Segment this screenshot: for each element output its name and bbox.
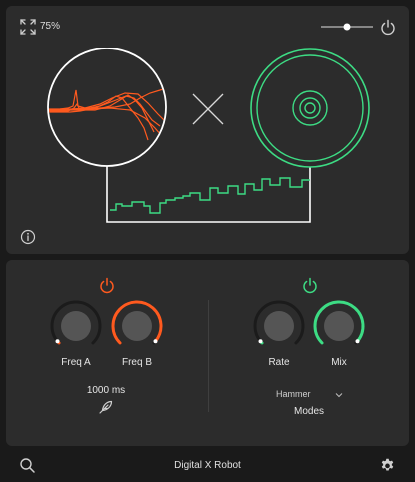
gear-icon[interactable] (379, 457, 396, 474)
mix-knob[interactable] (310, 299, 368, 357)
modes-dropdown[interactable]: Hammer (270, 389, 350, 403)
volume-slider[interactable] (320, 20, 374, 34)
power-icon[interactable] (380, 19, 396, 36)
freq-b-label: Freq B (121, 357, 152, 368)
resonator-display (250, 48, 370, 168)
mix-label: Mix (331, 357, 347, 368)
visualizer (47, 48, 370, 223)
zoom-level[interactable]: 75% (40, 21, 60, 32)
plugin-title: Digital X Robot (174, 460, 241, 471)
time-value[interactable]: 1000 ms (76, 385, 136, 396)
output-waveform (110, 177, 310, 214)
fullscreen-icon[interactable] (20, 19, 36, 35)
freq-a-label: Freq A (61, 357, 91, 368)
rate-label: Rate (268, 357, 290, 368)
plugin-window: 75% Freq A Freq B 1000 ms Rate Mix Hamme… (0, 0, 415, 482)
freq-a-knob[interactable] (47, 299, 105, 357)
rate-knob[interactable] (250, 299, 308, 357)
right-module-power-icon[interactable] (302, 277, 318, 294)
chevron-down-icon (335, 393, 343, 398)
section-divider (208, 300, 209, 412)
freq-b-knob[interactable] (108, 299, 166, 357)
left-module-power-icon[interactable] (99, 277, 115, 294)
modes-dropdown-value: Hammer (276, 389, 311, 399)
info-icon[interactable] (20, 229, 36, 245)
modes-label: Modes (293, 406, 324, 417)
multiply-icon (192, 93, 224, 125)
feather-icon[interactable] (98, 399, 114, 415)
signal-path-frame (106, 166, 311, 223)
